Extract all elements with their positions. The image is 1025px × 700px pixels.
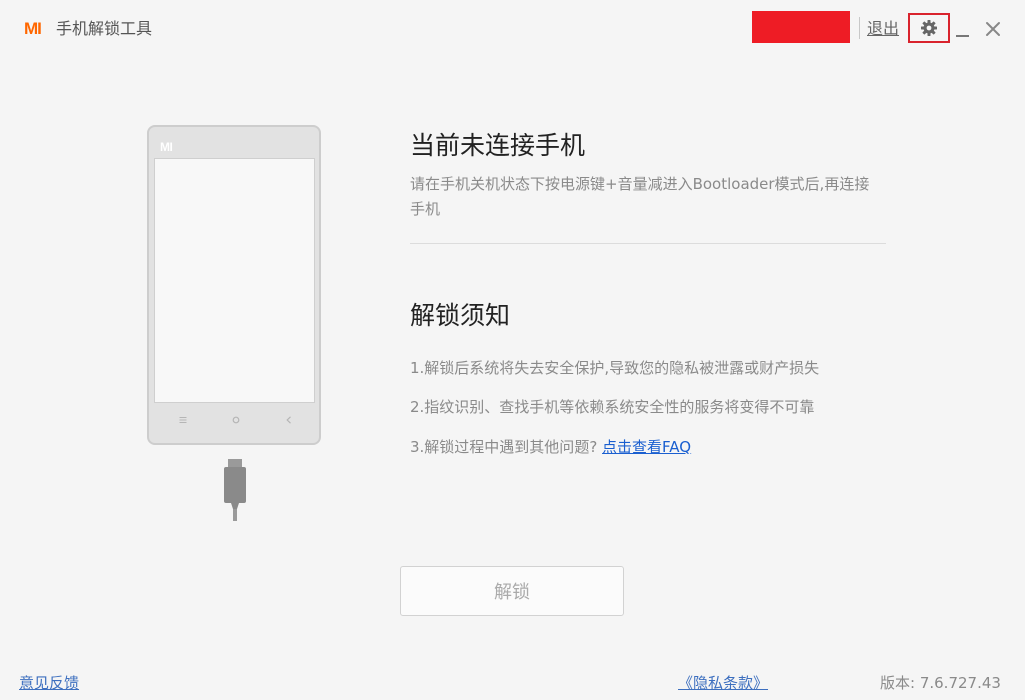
menu-icon	[179, 417, 187, 423]
notice-item-2: 2.指纹识别、查找手机等依赖系统安全性的服务将变得不可靠	[410, 398, 815, 416]
connection-instructions: 请在手机关机状态下按电源键+音量减进入Bootloader模式后,再连接手机	[410, 175, 870, 218]
app-window: MI 手机解锁工具 退出 MI 当前未连接手机 请在手机关机状态下按电源键+音量…	[0, 0, 1025, 700]
version-label: 版本: 7.6.727.43	[880, 674, 1001, 692]
feedback-link[interactable]: 意见反馈	[19, 672, 79, 694]
gear-icon	[921, 20, 937, 36]
home-icon	[232, 416, 240, 424]
close-button[interactable]	[982, 17, 1004, 41]
title-bar: MI 手机解锁工具 退出	[0, 0, 1025, 58]
section-divider	[410, 243, 886, 244]
connection-status-heading: 当前未连接手机	[410, 131, 586, 160]
minimize-icon	[956, 35, 969, 37]
faq-link[interactable]: 点击查看FAQ	[602, 438, 691, 456]
usb-cable-icon	[224, 459, 246, 521]
account-badge[interactable]	[752, 11, 850, 43]
minimize-button[interactable]	[954, 18, 972, 42]
app-title: 手机解锁工具	[56, 19, 153, 38]
close-icon	[986, 22, 1000, 36]
title-divider	[859, 17, 860, 39]
phone-illustration: MI	[147, 125, 321, 445]
phone-brand-logo: MI	[160, 140, 173, 154]
logout-link[interactable]: 退出	[867, 18, 899, 40]
notice-item-3-text: 3.解锁过程中遇到其他问题?	[410, 438, 603, 456]
unlock-button[interactable]: 解锁	[400, 566, 624, 616]
privacy-policy-link[interactable]: 《隐私条款》	[678, 672, 768, 694]
notice-item-1: 1.解锁后系统将失去安全保护,导致您的隐私被泄露或财产损失	[410, 359, 820, 377]
back-icon	[286, 416, 291, 424]
settings-button[interactable]	[908, 13, 950, 43]
phone-screen	[154, 158, 315, 403]
mi-logo: MI	[24, 19, 42, 38]
notice-heading: 解锁须知	[410, 301, 511, 330]
notice-item-3: 3.解锁过程中遇到其他问题? 点击查看FAQ	[410, 436, 691, 458]
phone-nav-keys	[149, 414, 319, 428]
